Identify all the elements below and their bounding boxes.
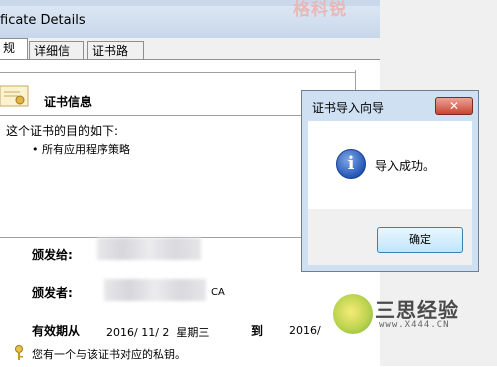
tab-strip: 规 详细信息 证书路径 [0, 38, 380, 76]
certificate-icon [0, 85, 29, 107]
logo-url: www.X444.CN [379, 320, 450, 330]
import-wizard-dialog: 证书导入向导 ✕ i 导入成功。 确定 [301, 90, 479, 272]
wizard-body: i 导入成功。 [308, 121, 472, 209]
valid-to-value: 2016/ [289, 324, 321, 337]
wizard-message: 导入成功。 [375, 159, 436, 173]
tab-cert-path[interactable]: 证书路径 [87, 41, 144, 76]
issued-by-suffix: CA [211, 287, 225, 298]
logo-mark [333, 294, 373, 334]
issued-by-redacted [104, 279, 206, 301]
private-key-note: 您有一个与该证书对应的私钥。 [32, 348, 186, 361]
site-logo-watermark: 三思经验 www.X444.CN [327, 290, 497, 350]
info-icon: i [336, 149, 366, 179]
valid-to-label: 到 [251, 324, 264, 338]
valid-from-value: 2016/ 11/ 2 星期三 [106, 326, 210, 339]
wizard-footer: 确定 [308, 209, 472, 265]
wizard-title: 证书导入向导 [312, 101, 385, 115]
close-icon: ✕ [448, 99, 460, 113]
purpose-heading: 这个证书的目的如下: [6, 124, 119, 138]
window-title: ficate Details [0, 13, 86, 28]
key-icon [15, 345, 23, 360]
issued-by-label: 颁发者: [32, 286, 73, 300]
purpose-item: • 所有应用程序策略 [32, 143, 130, 156]
ok-button[interactable]: 确定 [377, 227, 463, 253]
issued-to-label: 颁发给: [32, 248, 73, 262]
tab-details[interactable]: 详细信息 [29, 41, 84, 76]
close-button[interactable]: ✕ [435, 97, 473, 115]
top-separator [0, 72, 355, 73]
tab-general[interactable]: 规 [0, 38, 28, 60]
top-watermark: 格科锐 [293, 0, 347, 20]
valid-from-label: 有效期从 [32, 324, 81, 338]
logo-text: 三思经验 [375, 298, 459, 322]
issued-to-redacted [97, 238, 201, 260]
certificate-info-title: 证书信息 [44, 95, 93, 109]
